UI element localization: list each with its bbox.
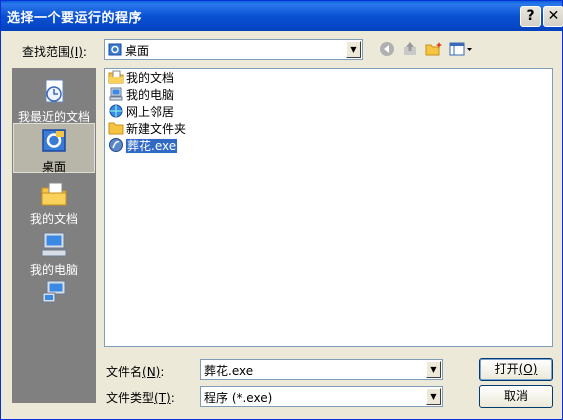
up-folder-icon[interactable] [400,41,420,61]
my-documents-icon [41,182,67,206]
my-documents-icon [108,70,124,84]
my-computer-icon [41,232,67,257]
cancel-button[interactable]: 取消 [479,385,553,408]
filename-input[interactable]: 葬花.exe ▼ [200,359,443,380]
back-icon[interactable] [377,41,397,61]
open-dialog: 选择一个要运行的程序 ? ✕ 查找范围(I): 桌面 ▼ 我最近的文档 桌面 我… [0,0,563,420]
network-places-icon [42,280,66,303]
places-item-mydocs[interactable]: 我的文档 [13,175,95,227]
recent-documents-icon [45,79,64,103]
filename-value: 葬花.exe [204,364,254,378]
places-item-label: 我的文档 [29,212,78,226]
filetype-dropdown[interactable]: 程序 (*.exe) ▼ [200,386,443,407]
file-list[interactable]: 我的文档 我的电脑 网上邻居 新建文件夹 葬花.exe [104,68,553,347]
title-bar[interactable]: 选择一个要运行的程序 ? ✕ [1,1,563,31]
list-item-selected[interactable]: 葬花.exe [108,138,179,154]
open-button[interactable]: 打开(O) [479,358,553,381]
list-item[interactable]: 新建文件夹 [108,121,186,137]
places-bar: 我最近的文档 桌面 我的文档 我的电脑 [12,68,96,403]
lookin-dropdown[interactable]: 桌面 ▼ [104,39,363,60]
places-item-label: 我最近的文档 [17,110,90,124]
folder-icon [108,122,124,135]
exe-icon [109,138,123,152]
list-item[interactable]: 网上邻居 [108,104,174,120]
desktop-icon [42,129,66,152]
chevron-down-icon[interactable]: ▼ [346,41,361,58]
places-item-label: 桌面 [41,160,66,174]
network-places-icon [109,104,123,118]
close-button[interactable]: ✕ [543,6,563,27]
filetype-value: 程序 (*.exe) [204,391,273,405]
chevron-down-icon[interactable]: ▼ [426,361,441,378]
help-button[interactable]: ? [520,6,541,27]
places-item-network[interactable] [13,275,95,310]
lookin-value: 桌面 [125,44,150,58]
places-item-recent[interactable]: 我最近的文档 [13,73,95,125]
dialog-title: 选择一个要运行的程序 [7,11,143,26]
my-computer-icon [109,87,123,101]
places-item-mycomputer[interactable]: 我的电脑 [13,226,95,278]
new-folder-icon[interactable] [424,41,444,61]
filename-label: 文件名(N): [106,365,165,379]
chevron-down-icon[interactable]: ▼ [426,388,441,405]
desktop-icon [108,43,122,56]
filetype-label: 文件类型(T): [106,391,175,405]
list-item[interactable]: 我的文档 [108,70,174,86]
lookin-label: 查找范围(I): [22,45,87,59]
view-menu-icon[interactable] [448,41,474,61]
list-item[interactable]: 我的电脑 [108,87,174,103]
places-item-desktop[interactable]: 桌面 [13,123,95,174]
